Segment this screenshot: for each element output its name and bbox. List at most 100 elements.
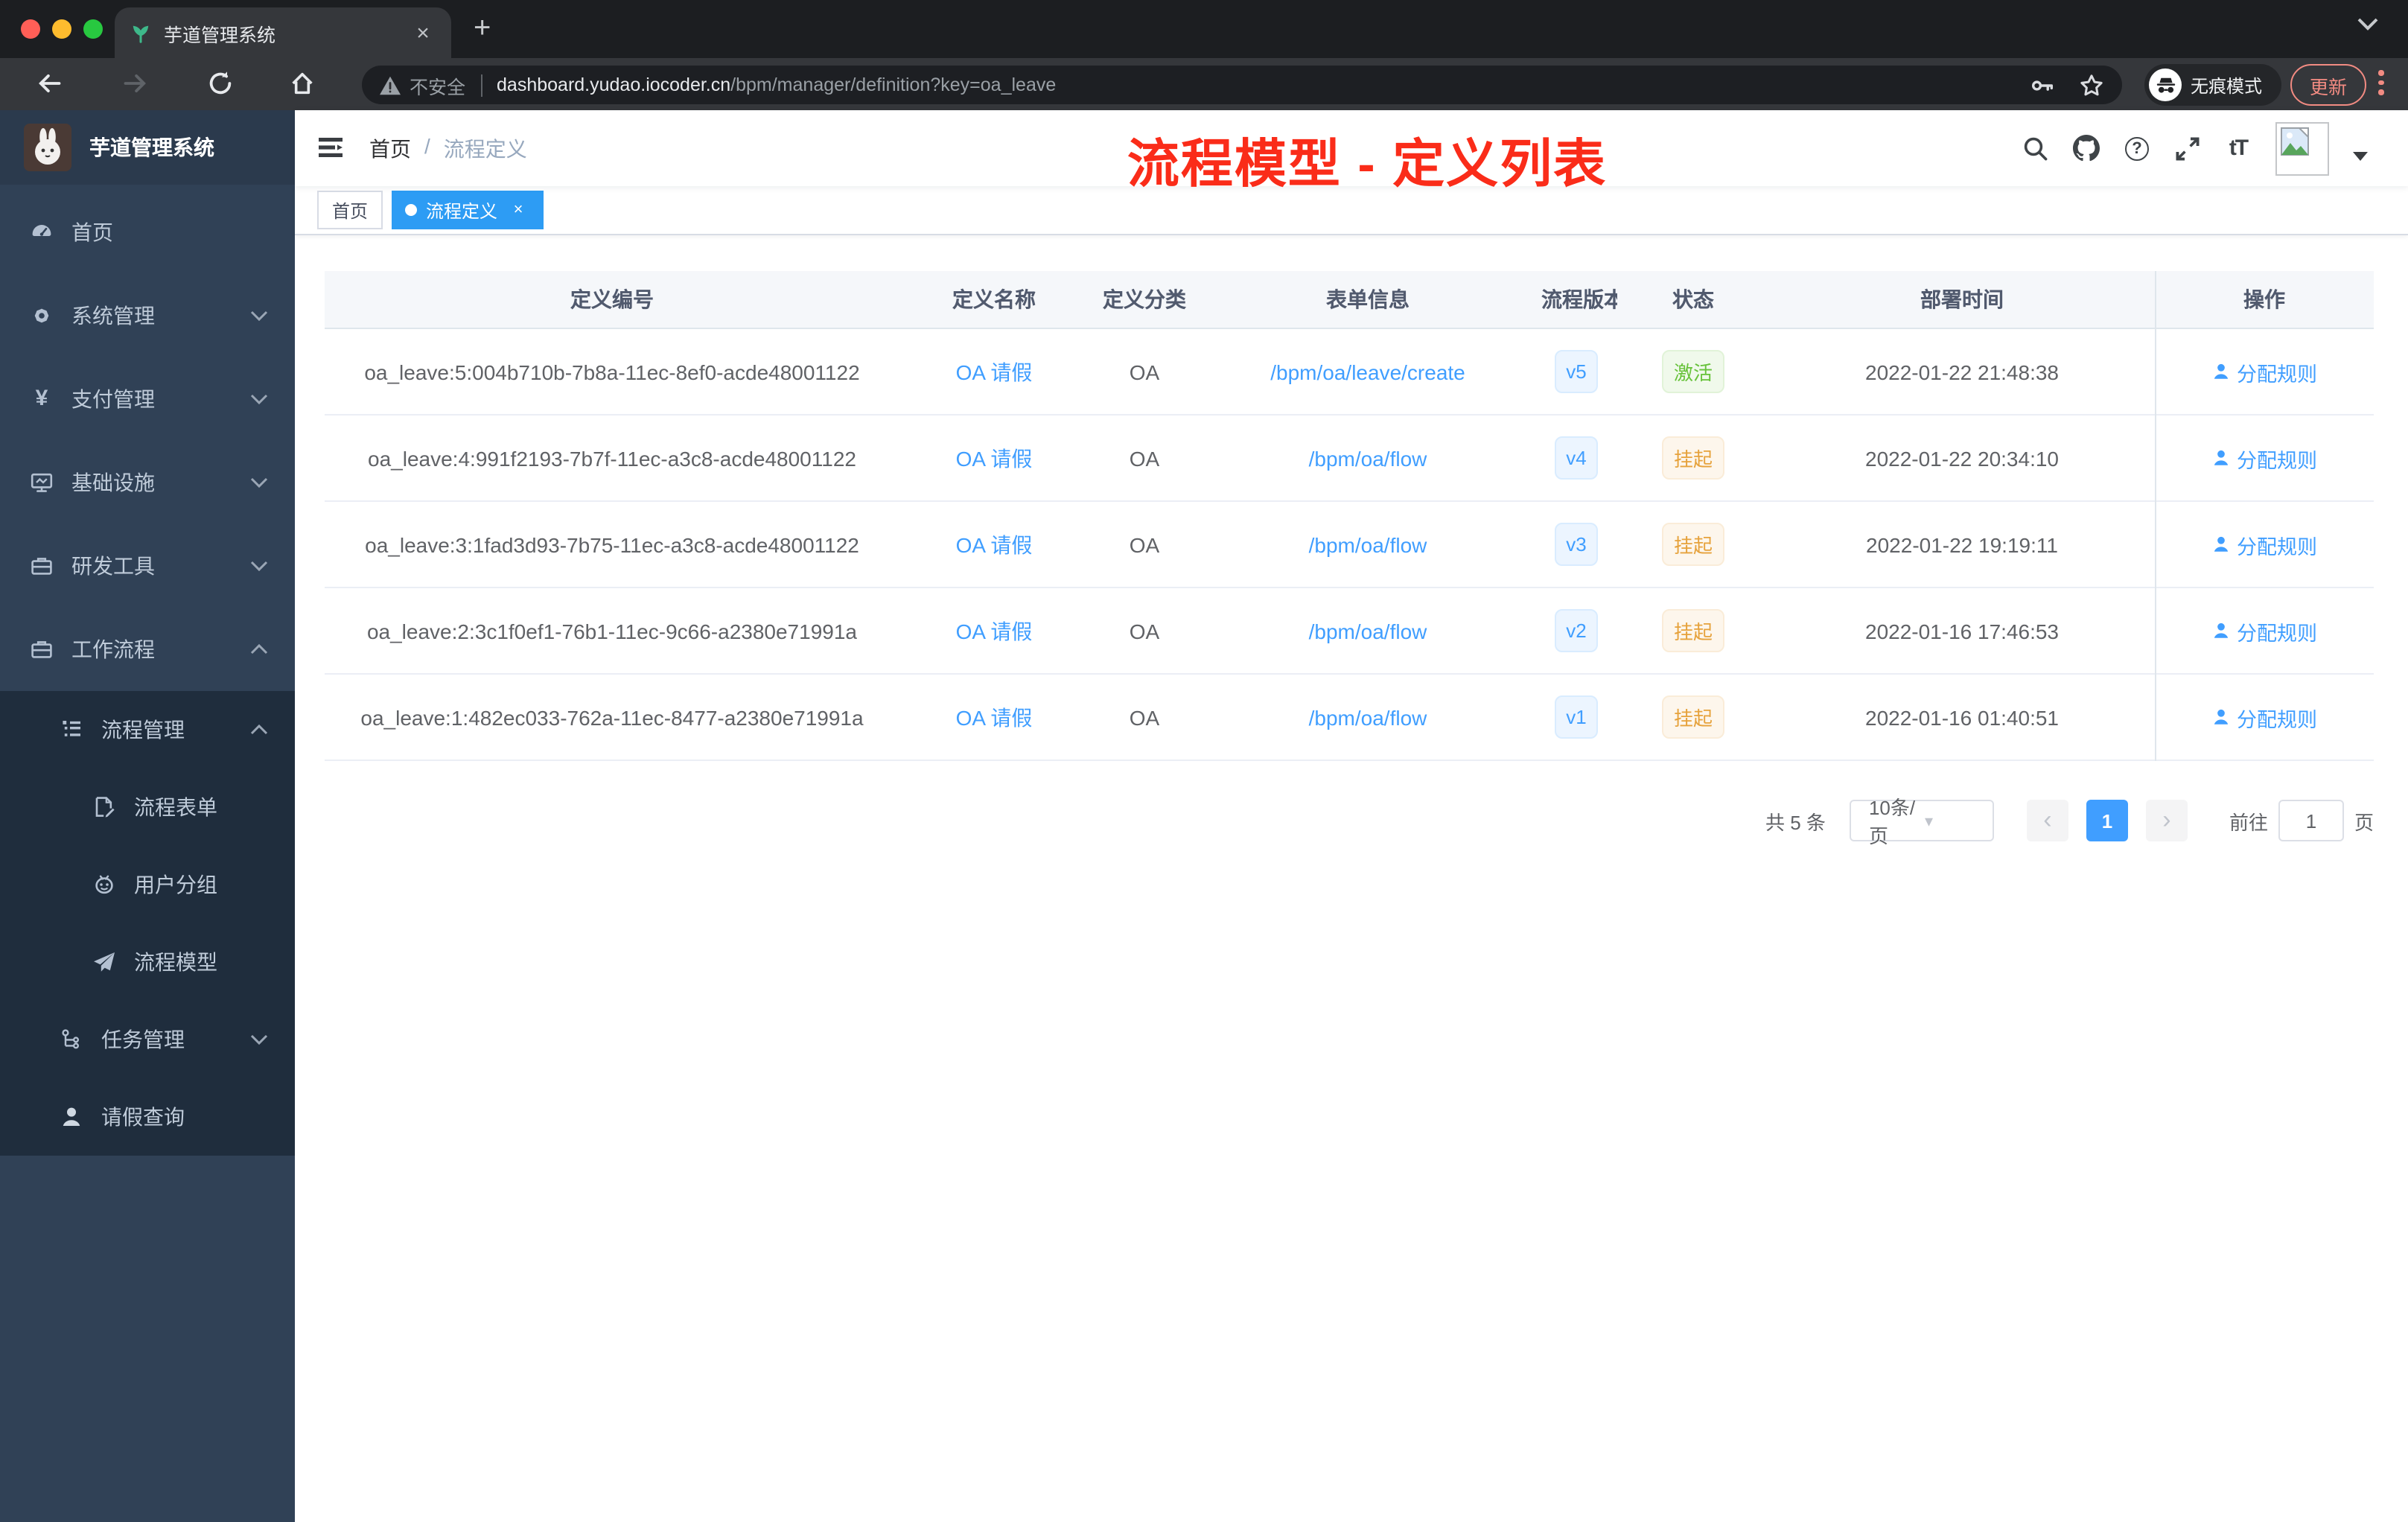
sidebar-item-infrastructure[interactable]: 基础设施 — [0, 441, 295, 524]
table-row: oa_leave:5:004b710b-7b8a-11ec-8ef0-acde4… — [325, 329, 2374, 415]
page-size-value: 10条/页 — [1868, 797, 1916, 847]
sidebar-item-system[interactable]: 系统管理 — [0, 274, 295, 357]
fullscreen-icon[interactable] — [2174, 135, 2201, 162]
sidebar-item-label: 首页 — [71, 220, 113, 244]
table-row: oa_leave:2:3c1f0ef1-76b1-11ec-9c66-a2380… — [325, 588, 2374, 675]
update-browser-button[interactable]: 更新 — [2290, 64, 2367, 106]
tag-close-icon[interactable]: × — [508, 200, 529, 220]
browser-tab[interactable]: 芋道管理系统 × — [115, 7, 451, 58]
text-size-icon[interactable]: tT — [2225, 135, 2252, 162]
sidebar-item-task-management[interactable]: 任务管理 — [0, 1001, 295, 1078]
next-page-button[interactable]: › — [2145, 800, 2188, 841]
zoom-window-button[interactable] — [83, 19, 103, 39]
tag-process-definition[interactable]: 流程定义 × — [392, 191, 544, 229]
definition-id: oa_leave:2:3c1f0ef1-76b1-11ec-9c66-a2380… — [366, 619, 857, 643]
user-menu-caret-icon[interactable] — [2353, 151, 2368, 160]
sidebar-item-label: 研发工具 — [71, 554, 155, 578]
tag-home[interactable]: 首页 — [317, 191, 383, 229]
definition-category: OA — [1129, 360, 1160, 383]
page-size-select[interactable]: 10条/页 ▾ — [1849, 797, 1994, 847]
definition-name-link[interactable]: OA 请假 — [956, 619, 1033, 643]
prev-page-button[interactable]: ‹ — [2026, 800, 2068, 841]
chevron-down-icon — [250, 310, 268, 322]
dashboard-icon — [30, 220, 54, 244]
status-badge: 挂起 — [1661, 609, 1724, 652]
pagination: 共 5 条 10条/页 ▾ ‹ 1 › 前往 页 — [325, 797, 2374, 847]
definition-table: 定义编号 定义名称 定义分类 表单信息 流程版本 状态 部署时间 操作 oa_l… — [325, 271, 2374, 761]
sidebar-logo-row[interactable]: 芋道管理系统 — [0, 110, 295, 185]
close-window-button[interactable] — [21, 19, 40, 39]
hamburger-menu-icon[interactable] — [316, 133, 345, 162]
column-header: 定义名称 — [952, 287, 1036, 311]
breadcrumb-home[interactable]: 首页 — [369, 134, 411, 164]
version-badge: v5 — [1554, 350, 1599, 393]
avatar-broken-image[interactable] — [2275, 121, 2329, 175]
version-badge: v2 — [1554, 609, 1599, 652]
chevron-down-icon — [250, 1034, 268, 1045]
github-icon[interactable] — [2073, 135, 2100, 162]
reload-icon[interactable] — [207, 70, 234, 97]
assign-rule-link[interactable]: 分配规则 — [2211, 616, 2317, 646]
breadcrumb: 首页 / 流程定义 — [369, 134, 527, 164]
incognito-label: 无痕模式 — [2191, 75, 2263, 96]
definition-category: OA — [1129, 705, 1160, 729]
forward-icon[interactable] — [122, 70, 149, 97]
sidebar-item-user-group[interactable]: 用户分组 — [0, 846, 295, 923]
tree-list-icon — [60, 718, 83, 742]
definition-name-link[interactable]: OA 请假 — [956, 705, 1033, 729]
paper-plane-icon — [92, 950, 116, 974]
status-badge: 挂起 — [1661, 695, 1724, 739]
form-url-link[interactable]: /bpm/oa/flow — [1309, 532, 1427, 556]
sidebar-item-payment[interactable]: ¥ 支付管理 — [0, 357, 295, 441]
sidebar-item-label: 流程管理 — [101, 718, 185, 742]
sidebar-item-leave-query[interactable]: 请假查询 — [0, 1078, 295, 1156]
column-header: 部署时间 — [1920, 287, 2004, 311]
tab-close-icon[interactable]: × — [410, 20, 436, 45]
sidebar-item-dev-tools[interactable]: 研发工具 — [0, 524, 295, 608]
sidebar-item-process-model[interactable]: 流程模型 — [0, 923, 295, 1001]
definition-id: oa_leave:5:004b710b-7b8a-11ec-8ef0-acde4… — [364, 360, 860, 383]
bookmark-star-icon[interactable] — [2079, 72, 2104, 98]
chevron-down-icon — [250, 393, 268, 405]
browser-menu-icon[interactable] — [2378, 70, 2383, 95]
tag-label: 流程定义 — [426, 200, 498, 221]
url-host: dashboard.yudao.iocoder.cn — [497, 74, 731, 95]
form-url-link[interactable]: /bpm/oa/flow — [1309, 619, 1427, 643]
deploy-time: 2022-01-22 19:19:11 — [1866, 532, 2058, 556]
password-key-icon[interactable] — [2030, 72, 2055, 98]
search-icon[interactable] — [2022, 135, 2049, 162]
column-header: 定义分类 — [1103, 287, 1186, 311]
table-header-row: 定义编号 定义名称 定义分类 表单信息 流程版本 状态 部署时间 操作 — [325, 271, 2374, 329]
help-icon[interactable]: ? — [2124, 135, 2150, 162]
form-url-link[interactable]: /bpm/oa/flow — [1309, 446, 1427, 470]
form-url-link[interactable]: /bpm/oa/flow — [1309, 705, 1427, 729]
assign-rule-link[interactable]: 分配规则 — [2211, 529, 2317, 559]
assign-rule-link[interactable]: 分配规则 — [2211, 443, 2317, 473]
back-icon[interactable] — [36, 70, 63, 97]
tab-search-chevron-icon[interactable] — [2357, 18, 2378, 31]
briefcase-icon — [30, 637, 54, 661]
assign-rule-link[interactable]: 分配规则 — [2211, 702, 2317, 732]
sidebar-item-workflow[interactable]: 工作流程 — [0, 608, 295, 691]
status-badge: 挂起 — [1661, 436, 1724, 480]
new-tab-button[interactable]: + — [474, 12, 491, 46]
goto-page-input[interactable] — [2278, 800, 2344, 841]
definition-name-link[interactable]: OA 请假 — [956, 532, 1033, 556]
definition-name-link[interactable]: OA 请假 — [956, 360, 1033, 383]
url-bar[interactable]: 不安全 dashboard.yudao.iocoder.cn/bpm/manag… — [362, 66, 2122, 104]
chevron-down-icon — [250, 477, 268, 488]
deploy-time: 2022-01-16 01:40:51 — [1865, 705, 2059, 729]
sidebar-item-home[interactable]: 首页 — [0, 191, 295, 274]
insecure-label: 不安全 — [410, 77, 466, 98]
home-icon[interactable] — [289, 70, 316, 97]
page-number-active[interactable]: 1 — [2086, 800, 2128, 841]
definition-id: oa_leave:1:482ec033-762a-11ec-8477-a2380… — [360, 705, 864, 729]
sidebar: 芋道管理系统 首页 系统管理 ¥ 支付管理 基础设施 研发工具 工作流程 流程管… — [0, 110, 295, 1522]
assign-rule-link[interactable]: 分配规则 — [2211, 357, 2317, 386]
definition-name-link[interactable]: OA 请假 — [956, 446, 1033, 470]
minimize-window-button[interactable] — [52, 19, 71, 39]
sidebar-item-process-management[interactable]: 流程管理 — [0, 691, 295, 768]
form-url-link[interactable]: /bpm/oa/leave/create — [1270, 360, 1465, 383]
url-divider — [480, 74, 482, 96]
sidebar-item-process-form[interactable]: 流程表单 — [0, 768, 295, 846]
